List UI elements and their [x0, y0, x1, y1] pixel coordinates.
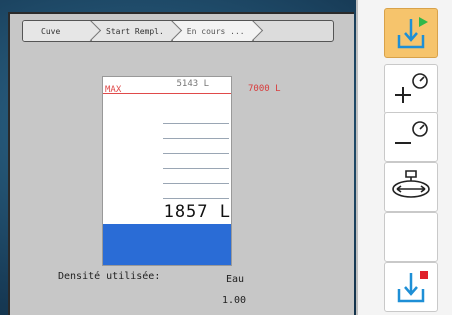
right-toolbar [356, 0, 452, 315]
valve-button[interactable] [384, 162, 438, 212]
tank-gauge: 5143 L MAX 1857 L [102, 76, 232, 266]
valve-icon [392, 170, 430, 198]
level-tick [163, 168, 229, 169]
tank-fill-level [103, 224, 231, 265]
density-fluid-name: Eau [226, 274, 245, 285]
density-value: 1.00 [222, 295, 247, 306]
breadcrumb-item-cuve[interactable]: Cuve [23, 21, 92, 41]
increase-pressure-icon [395, 73, 428, 103]
main-screen: Cuve Start Rempl. En cours ... 5143 L MA… [8, 12, 354, 315]
density-label: Densité utilisée: [58, 271, 161, 282]
breadcrumb: Cuve Start Rempl. En cours ... [22, 20, 334, 42]
breadcrumb-item-start-rempl[interactable]: Start Rempl. [92, 21, 173, 41]
max-level-line [103, 93, 231, 94]
decrease-pressure-button[interactable] [384, 112, 438, 162]
level-tick [163, 138, 229, 139]
stop-fill-icon [397, 271, 428, 303]
level-tick [163, 123, 229, 124]
empty-toolbar-slot [384, 212, 438, 262]
current-volume: 1857 L [163, 202, 231, 222]
stop-fill-button[interactable] [384, 262, 438, 312]
tank-capacity-label: 5143 L [176, 79, 209, 89]
breadcrumb-item-en-cours[interactable]: En cours ... [172, 21, 254, 41]
level-tick [163, 198, 229, 199]
increase-pressure-button[interactable] [384, 64, 438, 114]
level-tick [163, 183, 229, 184]
decrease-pressure-icon [395, 121, 428, 144]
level-tick [163, 153, 229, 154]
fill-tank-button[interactable] [384, 8, 438, 58]
max-capacity-value: 7000 L [248, 84, 281, 94]
fill-tank-icon [397, 17, 428, 49]
